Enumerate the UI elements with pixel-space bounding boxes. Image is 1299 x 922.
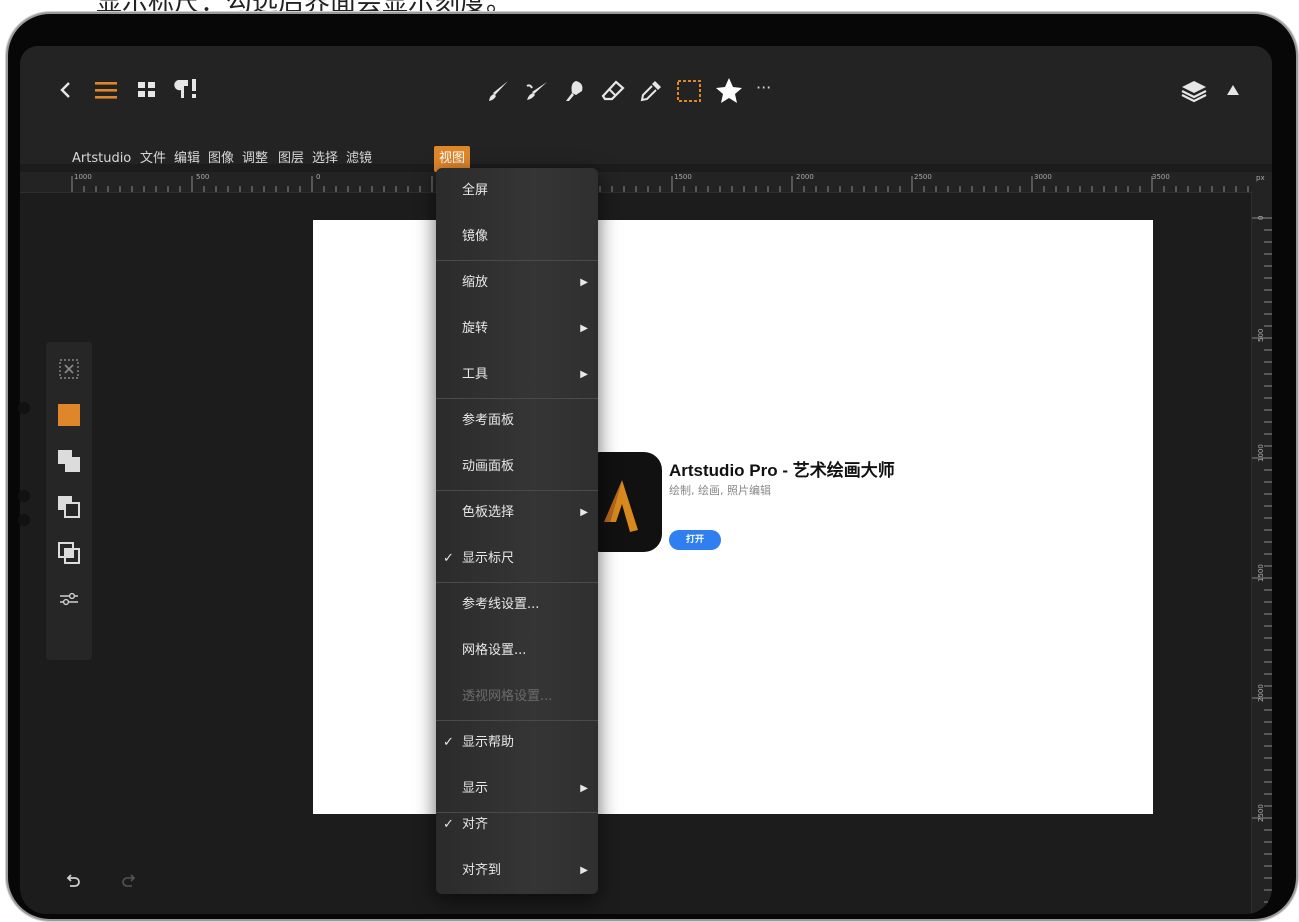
submenu-arrow-icon: ▶ <box>580 277 588 288</box>
menu-item-label: 参考面板 <box>462 413 515 428</box>
bezel-dot <box>18 402 30 414</box>
ruler-top-label: 1500 <box>674 173 692 181</box>
bezel-dot <box>18 514 30 526</box>
ruler-top-label: 500 <box>196 173 210 181</box>
layer-merge-icon[interactable] <box>58 450 80 472</box>
menu-item-label: 镜像 <box>462 229 489 244</box>
ruler-right-label: 0 <box>1257 215 1265 220</box>
ruler-top-label: 2500 <box>914 173 932 181</box>
menu-item-tools[interactable]: 工具 ▶ <box>436 352 598 398</box>
menu-item-animation-panel[interactable]: 动画面板 <box>436 444 598 490</box>
app-title: Artstudio Pro - 艺术绘画大师 <box>669 461 895 480</box>
menu-item-align[interactable]: ✓ 对齐 <box>436 802 598 848</box>
back-icon[interactable] <box>58 80 72 100</box>
blend-icon[interactable] <box>562 78 588 104</box>
menu-layer[interactable]: 图层 <box>278 146 304 172</box>
side-tool-panel <box>46 342 92 660</box>
submenu-arrow-icon: ▶ <box>580 369 588 380</box>
app-screen: ··· Artstudio 文件 编辑 图像 调整 图层 选择 滤镜 视图 10… <box>20 46 1272 914</box>
selection-icon[interactable] <box>676 78 702 104</box>
menu-filter[interactable]: 滤镜 <box>346 146 372 172</box>
menu-item-label: 缩放 <box>462 275 489 290</box>
menu-item-label: 参考线设置... <box>462 597 540 612</box>
menu-item-fullscreen[interactable]: 全屏 <box>436 168 598 214</box>
selection-mask-icon[interactable] <box>58 358 80 380</box>
menu-file[interactable]: 文件 <box>140 146 166 172</box>
ruler-top-label: 3000 <box>1034 173 1052 181</box>
menu-edit[interactable]: 编辑 <box>174 146 200 172</box>
redo-icon[interactable] <box>120 872 138 890</box>
submenu-arrow-icon: ▶ <box>580 865 588 876</box>
ruler-right-label: 1000 <box>1257 444 1265 462</box>
eraser-icon[interactable] <box>600 78 626 104</box>
menu-item-mirror[interactable]: 镜像 <box>436 214 598 260</box>
menu-adjust[interactable]: 调整 <box>242 146 268 172</box>
menu-artstudio[interactable]: Artstudio <box>72 146 131 172</box>
menu-item-guide-settings[interactable]: 参考线设置... <box>436 582 598 628</box>
menu-item-label: 全屏 <box>462 183 489 198</box>
brush-icon[interactable] <box>486 78 512 104</box>
collapse-icon[interactable] <box>1226 84 1240 96</box>
menu-item-label: 对齐到 <box>462 863 502 878</box>
open-button[interactable]: 打开 <box>669 530 721 550</box>
layers-icon[interactable] <box>1180 78 1208 104</box>
primary-color-swatch[interactable] <box>58 404 80 426</box>
app-subtitle: 绘制, 绘画, 照片编辑 <box>669 484 771 497</box>
ruler-top-label: 3500 <box>1152 173 1170 181</box>
menu-select[interactable]: 选择 <box>312 146 338 172</box>
menu-item-label: 透视网格设置... <box>462 689 553 704</box>
menu-item-swatch-select[interactable]: 色板选择 ▶ <box>436 490 598 536</box>
menu-item-zoom[interactable]: 缩放 ▶ <box>436 260 598 306</box>
menu-item-show-rulers[interactable]: ✓ 显示标尺 <box>436 536 598 582</box>
menu-item-label: 动画面板 <box>462 459 515 474</box>
menu-item-rotate[interactable]: 旋转 ▶ <box>436 306 598 352</box>
layer-copy-icon[interactable] <box>58 542 80 564</box>
submenu-arrow-icon: ▶ <box>580 507 588 518</box>
checkmark-icon: ✓ <box>443 735 454 750</box>
menu-item-label: 工具 <box>462 367 489 382</box>
menu-item-label: 色板选择 <box>462 505 515 520</box>
submenu-arrow-icon: ▶ <box>580 323 588 334</box>
menu-item-grid-settings[interactable]: 网格设置... <box>436 628 598 674</box>
menu-item-snap-to[interactable]: 对齐到 ▶ <box>436 848 598 894</box>
menu-item-show-help[interactable]: ✓ 显示帮助 <box>436 720 598 766</box>
checkmark-icon: ✓ <box>443 817 454 832</box>
ruler-right-label: 2500 <box>1257 804 1265 822</box>
ruler-top-label: 2000 <box>796 173 814 181</box>
eyedropper-icon[interactable] <box>638 78 664 104</box>
ruler-top: 1000 500 0 1500 2000 2500 3000 3500 px <box>20 172 1272 193</box>
ipad-frame: ··· Artstudio 文件 编辑 图像 调整 图层 选择 滤镜 视图 10… <box>6 12 1298 921</box>
menu-item-reference-panel[interactable]: 参考面板 <box>436 398 598 444</box>
ruler-right-label: 2000 <box>1257 684 1265 702</box>
ruler-top-label: 0 <box>316 173 321 181</box>
view-menu-dropdown: 全屏 镜像 缩放 ▶ 旋转 ▶ 工具 ▶ 参考面板 动画面板 色板选择 ▶ ✓ … <box>436 168 598 894</box>
ruler-right-label: 500 <box>1257 328 1265 342</box>
menu-item-label: 网格设置... <box>462 643 527 658</box>
ruler-right-label: 1500 <box>1257 564 1265 582</box>
undo-icon[interactable] <box>64 872 82 890</box>
grid-icon[interactable] <box>136 80 158 100</box>
ruler-unit: px <box>1256 174 1265 182</box>
menu-item-label: 旋转 <box>462 321 489 336</box>
adjust-sliders-icon[interactable] <box>58 588 80 610</box>
ruler-right: 0 500 1000 1500 2000 2500 <box>1251 192 1272 914</box>
menu-item-label: 对齐 <box>462 817 489 832</box>
menu-item-label: 显示帮助 <box>462 735 515 750</box>
bezel-dot <box>18 490 30 502</box>
checkmark-icon: ✓ <box>443 551 454 566</box>
favorites-icon[interactable] <box>714 76 744 106</box>
menu-item-label: 显示标尺 <box>462 551 515 566</box>
smudge-icon[interactable] <box>524 78 550 104</box>
ruler-top-label: 1000 <box>74 173 92 181</box>
brush-settings-icon[interactable] <box>174 76 204 102</box>
menu-item-perspective-grid-settings: 透视网格设置... <box>436 674 598 720</box>
menu-image[interactable]: 图像 <box>208 146 234 172</box>
menu-icon[interactable] <box>94 80 118 100</box>
layer-below-icon[interactable] <box>58 496 80 518</box>
more-icon[interactable]: ··· <box>756 78 771 97</box>
